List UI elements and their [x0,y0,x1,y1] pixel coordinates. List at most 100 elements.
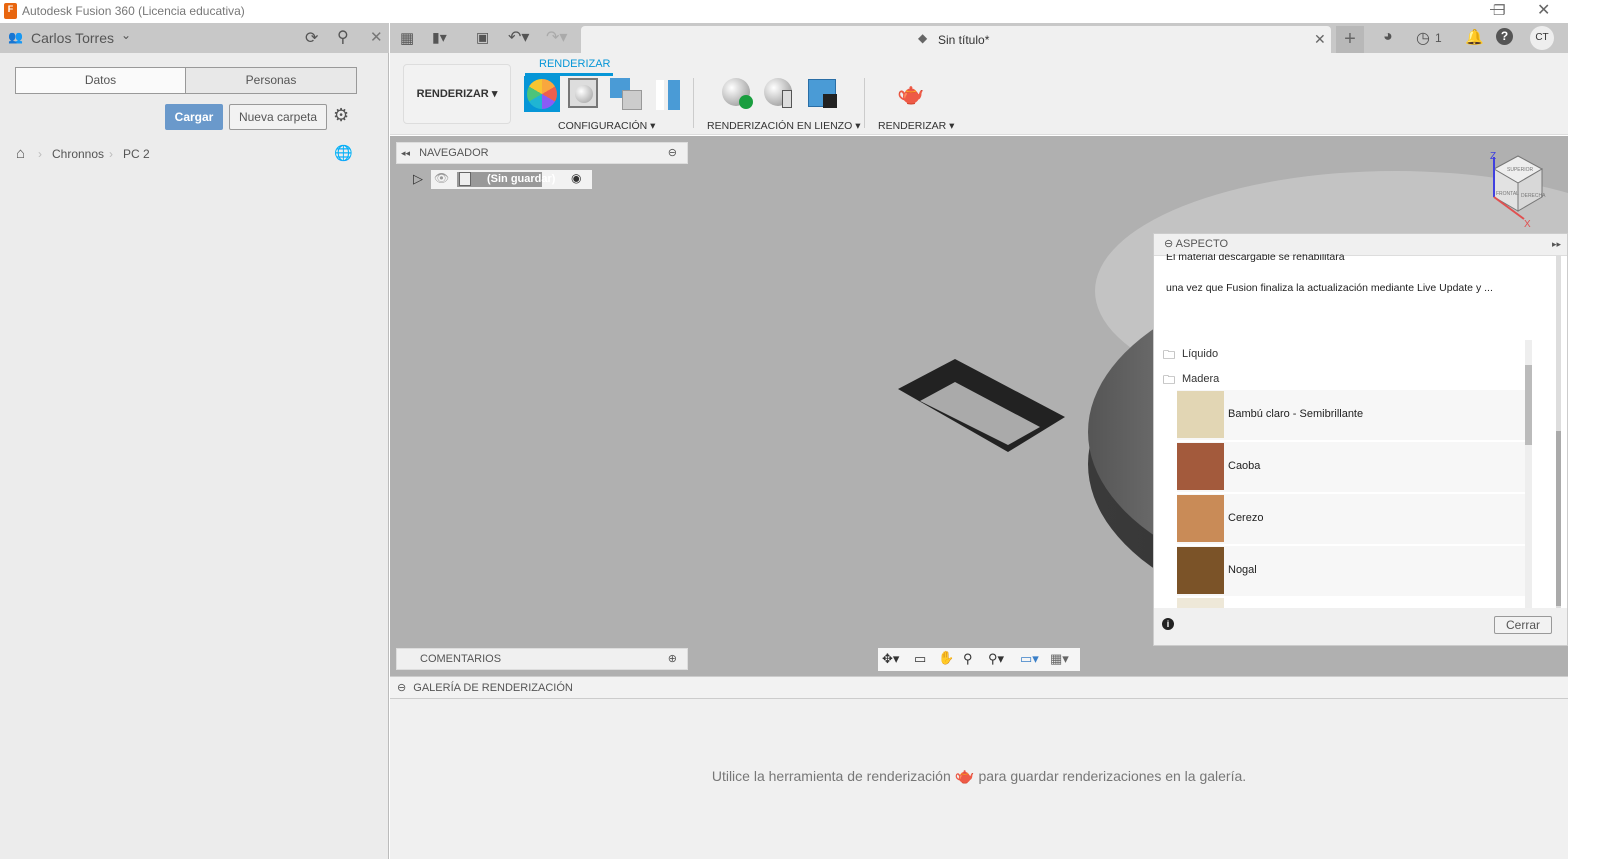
close-tab-icon[interactable]: ✕ [1314,31,1326,48]
texture-map-icon[interactable] [610,78,642,110]
close-window-icon[interactable]: ✕ [1537,0,1550,20]
look-at-icon[interactable]: ▭ [914,651,926,667]
eye-icon[interactable]: 👁 [434,171,449,185]
material-scrollbar[interactable] [1525,340,1532,608]
grid-icon[interactable]: ▦▾ [1050,651,1069,667]
job-status-icon[interactable]: ◷ [1416,28,1430,48]
new-folder-button[interactable]: Nueva carpeta [229,104,327,130]
globe-eye-icon[interactable]: 🌐 [334,144,353,162]
close-panel-icon[interactable]: ✕ [370,28,383,46]
fit-icon[interactable]: ⚲▾ [988,651,1004,667]
appearance-dialog: ⊖ ASPECTO ▸▸ El material descargable se … [1153,233,1568,646]
render-menu[interactable]: RENDERIZAR ▾ [878,120,954,132]
folder-madera[interactable]: Madera [1182,373,1219,385]
notifications-bell-icon[interactable]: 🔔 [1465,28,1484,46]
component-icon: ◆ [918,31,928,45]
chevron-down-icon[interactable]: ⌄ [121,28,131,42]
group-divider [864,78,865,128]
folder-icon: 🗀 [1163,348,1176,362]
tab-personas[interactable]: Personas [185,67,357,94]
canvas-viewport[interactable]: ◂◂ NAVEGADOR ⊖ ▷ 👁 (Sin guardar) ◉ Z X S… [390,136,1568,676]
pan-hand-icon[interactable]: ✋ [938,650,954,666]
add-comment-icon[interactable]: ⊕ [668,649,677,669]
home-icon[interactable]: ⌂ [16,145,25,162]
chevron-right-icon: › [38,147,42,161]
decal-icon[interactable] [656,80,680,110]
help-icon[interactable]: ? [1496,28,1513,45]
comments-title: COMENTARIOS [420,653,502,665]
orbit-icon[interactable]: ✥▾ [882,651,899,667]
material-name: Nogal [1228,564,1257,576]
tab-bar: ▦ ▮▾ ▣ ↶▾ ↷▾ ◆ Sin título* ✕ + ◕ ◷ 1 🔔 ?… [390,23,1568,53]
folder-liquido[interactable]: Líquido [1182,348,1218,360]
scene-settings-icon[interactable] [568,78,598,108]
in-canvas-render-label: RENDERIZACIÓN EN LIENZO [707,120,853,132]
dialog-scrollbar[interactable] [1556,256,1561,608]
restore-icon[interactable]: ❐ [1493,2,1506,19]
undo-icon[interactable]: ↶▾ [508,27,529,47]
redo-icon[interactable]: ↷▾ [546,27,567,47]
material-item[interactable]: Caoba [1177,442,1527,492]
user-name-dropdown[interactable]: Carlos Torres [31,30,114,46]
tab-renderizar[interactable]: RENDERIZAR [539,58,611,70]
save-icon[interactable]: ▣ [476,29,489,46]
close-button[interactable]: Cerrar [1494,616,1552,634]
file-menu-icon[interactable]: ▮▾ [432,29,447,46]
team-icon: 👥 [8,30,23,44]
appearance-tool[interactable] [524,76,560,112]
expand-triangle-icon[interactable]: ▷ [413,171,423,187]
data-panel-header: 👥 Carlos Torres ⌄ ⟳ ⚲ ✕ [0,23,389,53]
teapot-render-icon[interactable]: 🫖 [897,81,924,107]
browser-panel-header[interactable]: ◂◂ NAVEGADOR ⊖ [396,142,688,164]
search-icon[interactable]: ⚲ [337,27,349,47]
material-thumbnail [1177,443,1224,490]
in-canvas-render-icon[interactable] [722,78,753,109]
display-settings-icon[interactable]: ▭▾ [1020,651,1039,667]
material-thumbnail [1177,495,1224,542]
minimize-panel-icon[interactable]: ⊖ [668,143,677,163]
capture-image-icon[interactable] [808,79,837,108]
teapot-icon: 🫖 [954,768,975,785]
workspace-switcher[interactable]: RENDERIZAR ▾ [403,64,511,124]
data-panel-grid-icon[interactable]: ▦ [400,29,414,47]
gallery-header[interactable]: ⊖ GALERÍA DE RENDERIZACIÓN [390,677,1568,699]
material-item[interactable]: Bambú claro - Semibrillante [1177,390,1527,440]
viewcube[interactable]: Z X SUPERIOR FRONTAL DERECHA [1480,151,1560,231]
breadcrumb-pc2: PC 2 [123,147,150,161]
collapse-icon[interactable]: ⊖ [397,682,406,694]
minimize-panel-icon[interactable]: ⊖ [1164,238,1173,250]
appearance-header[interactable]: ⊖ ASPECTO ▸▸ [1154,234,1567,256]
gear-icon[interactable]: ⚙ [333,105,349,126]
activate-radio-icon[interactable]: ◉ [571,171,581,185]
refresh-icon[interactable]: ⟳ [305,28,318,48]
window-title: Autodesk Fusion 360 (Licencia educativa) [22,4,245,18]
appearance-title: ASPECTO [1175,238,1229,250]
material-name: Caoba [1228,460,1261,472]
fusion-app-icon: F [4,3,17,19]
expand-icon[interactable]: ▸▸ [1552,234,1561,254]
chevron-right-icon: › [109,147,113,161]
comments-panel-header[interactable]: COMENTARIOS ⊕ [396,648,688,670]
browser-title: NAVEGADOR [419,147,489,159]
extensions-icon[interactable]: ◕ [1383,28,1393,46]
new-tab-button[interactable]: + [1336,26,1364,53]
document-tab[interactable]: ◆ Sin título* ✕ [581,26,1331,53]
info-icon[interactable]: i [1162,618,1174,630]
in-canvas-render-settings-icon[interactable] [764,78,792,108]
material-item[interactable]: Nogal [1177,546,1527,596]
material-name: Cerezo [1228,512,1264,524]
material-item[interactable]: Cerezo [1177,494,1527,544]
navigation-toolbar: ✥▾ ▭ ✋ ⚲ ⚲▾ ▭▾ ▦▾ [878,648,1080,671]
user-avatar[interactable]: CT [1530,26,1554,50]
configuracion-menu[interactable]: CONFIGURACIÓN ▾ [558,120,655,132]
breadcrumb-chronnos[interactable]: Chronnos [52,147,104,161]
upload-button[interactable]: Cargar [165,104,223,130]
axis-x: X [1524,219,1531,230]
workspace-label: RENDERIZAR [416,88,489,100]
axis-z: Z [1490,151,1496,162]
tab-datos[interactable]: Datos [15,67,186,94]
zoom-icon[interactable]: ⚲ [963,651,973,667]
browser-root-node[interactable]: 👁 (Sin guardar) ◉ [431,170,592,189]
in-canvas-render-menu[interactable]: RENDERIZACIÓN EN LIENZO ▾ [707,120,860,132]
collapse-icon[interactable]: ◂◂ [401,148,410,158]
